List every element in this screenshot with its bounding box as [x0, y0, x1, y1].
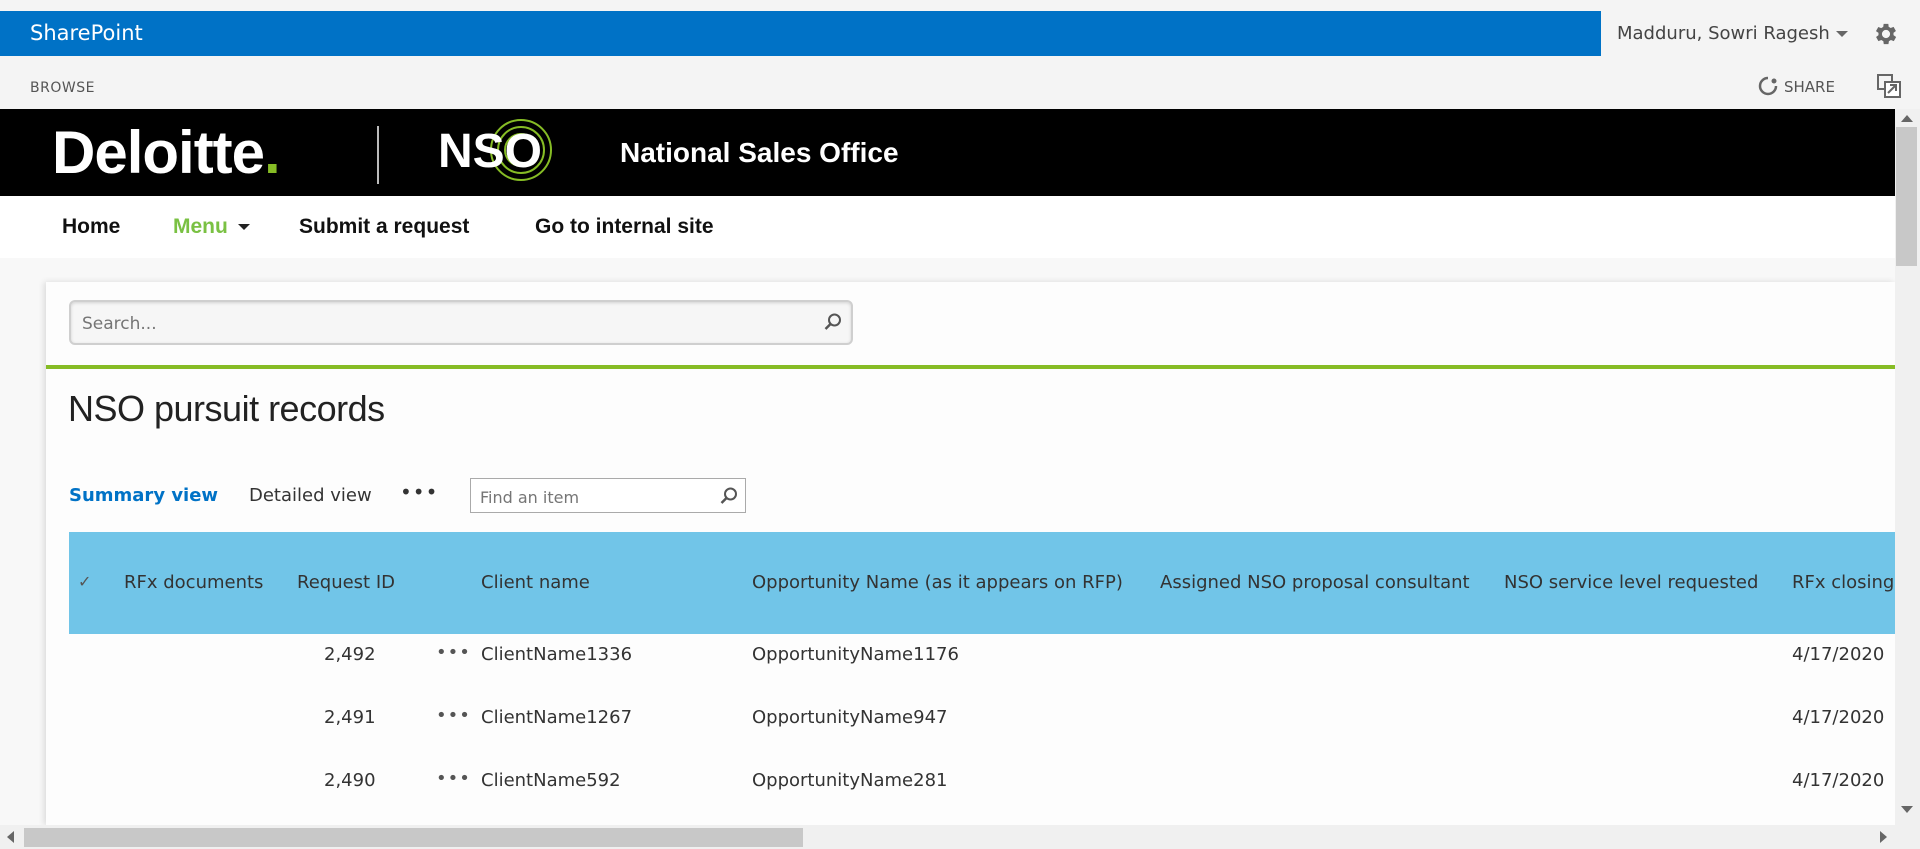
row-request-id: 2,491: [324, 707, 376, 728]
chevron-down-icon: [1835, 31, 1848, 37]
share-button[interactable]: SHARE: [1758, 76, 1835, 96]
ribbon-tab-browse[interactable]: BROWSE: [30, 80, 95, 96]
chevron-down-icon: [237, 224, 250, 231]
search-input[interactable]: [80, 310, 784, 338]
column-header-client-name[interactable]: Client name: [481, 572, 590, 593]
row-rfx-closing: 4/17/2020: [1792, 644, 1885, 665]
column-header-rfx-documents[interactable]: RFx documents: [124, 572, 263, 593]
user-menu[interactable]: Madduru, Sowri Ragesh: [1617, 22, 1848, 46]
brand-banner: [0, 109, 1895, 196]
logo-text: Deloitte: [52, 119, 265, 186]
row-menu-button[interactable]: •••: [436, 705, 471, 726]
horizontal-scroll-thumb[interactable]: [24, 828, 803, 847]
row-opportunity-name: OpportunityName1176: [752, 644, 959, 665]
column-header-assigned-consultant[interactable]: Assigned NSO proposal consultant: [1160, 572, 1470, 593]
more-views-button[interactable]: •••: [400, 480, 438, 504]
row-client-name[interactable]: ClientName1267: [481, 707, 632, 728]
row-client-name[interactable]: ClientName1336: [481, 644, 632, 665]
row-client-name[interactable]: ClientName592: [481, 770, 621, 791]
suite-bar-brand-area: [0, 11, 1601, 56]
gear-icon[interactable]: [1872, 20, 1900, 48]
share-icon: [1758, 76, 1778, 96]
site-search-box[interactable]: [69, 300, 853, 345]
select-all-checkbox[interactable]: ✓: [78, 572, 91, 591]
scroll-right-arrow[interactable]: [1880, 831, 1887, 843]
nav-menu-label: Menu: [173, 215, 228, 238]
search-icon[interactable]: [719, 486, 739, 510]
scroll-left-arrow[interactable]: [7, 831, 14, 843]
view-tab-summary[interactable]: Summary view: [69, 485, 218, 506]
row-rfx-closing: 4/17/2020: [1792, 707, 1885, 728]
row-menu-button[interactable]: •••: [436, 768, 471, 789]
scroll-up-arrow[interactable]: [1901, 115, 1913, 122]
nav-item-home[interactable]: Home: [62, 215, 120, 239]
nav-item-menu[interactable]: Menu: [173, 215, 250, 239]
nav-item-submit-request[interactable]: Submit a request: [299, 215, 469, 239]
share-label: SHARE: [1784, 78, 1835, 96]
column-header-request-id[interactable]: Request ID: [297, 572, 395, 593]
accent-rule: [46, 365, 1895, 369]
logo-dot: .: [264, 119, 281, 186]
scroll-down-arrow[interactable]: [1901, 806, 1913, 813]
row-opportunity-name: OpportunityName281: [752, 770, 948, 791]
column-header-rfx-closing[interactable]: RFx closing: [1792, 572, 1894, 593]
row-rfx-closing: 4/17/2020: [1792, 770, 1885, 791]
search-icon[interactable]: [823, 312, 843, 336]
column-header-service-level[interactable]: NSO service level requested: [1504, 572, 1758, 593]
logo-divider: [377, 126, 379, 184]
focus-on-content-icon[interactable]: [1876, 73, 1902, 99]
column-header-opportunity-name[interactable]: Opportunity Name (as it appears on RFP): [752, 572, 1123, 593]
row-opportunity-name: OpportunityName947: [752, 707, 948, 728]
site-title: National Sales Office: [620, 137, 899, 168]
nso-logo[interactable]: NSO: [438, 125, 542, 179]
deloitte-logo[interactable]: Deloitte.: [52, 118, 281, 188]
find-item-input[interactable]: [478, 485, 712, 509]
row-request-id: 2,492: [324, 644, 376, 665]
user-name: Madduru, Sowri Ragesh: [1617, 23, 1830, 44]
row-request-id: 2,490: [324, 770, 376, 791]
nav-item-internal-site[interactable]: Go to internal site: [535, 215, 714, 239]
ribbon: [0, 56, 1920, 109]
row-menu-button[interactable]: •••: [436, 642, 471, 663]
view-tab-detailed[interactable]: Detailed view: [249, 485, 372, 506]
vertical-scroll-thumb[interactable]: [1896, 127, 1917, 266]
top-navigation: [0, 196, 1895, 258]
find-item-box[interactable]: [470, 478, 746, 513]
page-title: NSO pursuit records: [68, 388, 385, 429]
sharepoint-app-link[interactable]: SharePoint: [30, 21, 143, 45]
